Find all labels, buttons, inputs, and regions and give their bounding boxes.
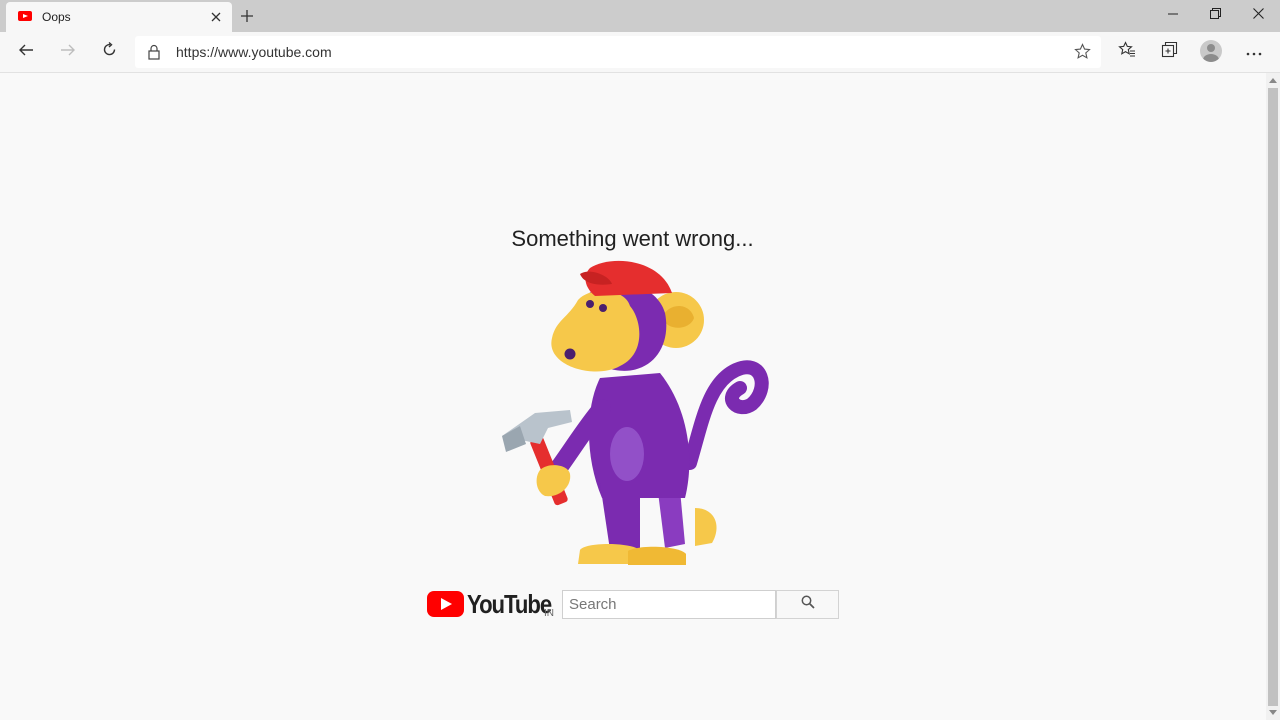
- browser-tab[interactable]: Oops: [6, 2, 232, 32]
- lock-icon: [147, 44, 161, 65]
- youtube-wordmark: YouTube: [467, 589, 552, 619]
- favorites-icon: [1118, 41, 1136, 63]
- collections-icon: [1161, 41, 1178, 63]
- tab-close-icon[interactable]: [206, 7, 226, 27]
- more-button[interactable]: [1238, 36, 1270, 68]
- collections-button[interactable]: [1153, 36, 1185, 68]
- minimize-icon: [1168, 6, 1178, 24]
- youtube-favicon-icon: [18, 11, 32, 21]
- profile-avatar[interactable]: [1200, 40, 1222, 62]
- scroll-up-arrow-icon[interactable]: [1269, 78, 1277, 83]
- refresh-button[interactable]: [93, 36, 125, 68]
- monkey-eye-left: [586, 300, 594, 308]
- more-icon: [1246, 43, 1262, 61]
- monkey-back-foot: [695, 508, 717, 546]
- country-code: IN: [544, 608, 554, 619]
- tab-title: Oops: [42, 10, 71, 24]
- search-icon: [801, 595, 815, 614]
- forward-button[interactable]: [52, 36, 84, 68]
- scroll-down-arrow-icon[interactable]: [1269, 710, 1277, 715]
- monkey-nostril: [564, 348, 576, 360]
- monkey-face: [551, 290, 640, 372]
- refresh-icon: [101, 41, 118, 63]
- monkey-with-hammer-illustration: [502, 260, 769, 565]
- minimize-button[interactable]: [1152, 0, 1194, 30]
- monkey-second-foot: [628, 546, 686, 565]
- youtube-play-icon: [427, 591, 464, 617]
- window-close-button[interactable]: [1237, 0, 1279, 30]
- monkey-front-leg: [600, 483, 640, 550]
- scrollbar-thumb[interactable]: [1268, 88, 1278, 706]
- back-button[interactable]: [10, 36, 42, 68]
- address-url: https://www.youtube.com: [176, 44, 332, 60]
- search-input[interactable]: [562, 590, 776, 619]
- address-bar[interactable]: https://www.youtube.com: [135, 36, 1101, 68]
- tab-strip: Oops: [0, 0, 1280, 32]
- restore-icon: [1209, 6, 1221, 24]
- search-button[interactable]: [776, 590, 839, 619]
- close-icon: [1252, 6, 1264, 24]
- back-icon: [18, 42, 34, 63]
- restore-button[interactable]: [1194, 0, 1236, 30]
- forward-icon: [60, 42, 76, 63]
- monkey-belly: [610, 427, 644, 481]
- error-message: Something went wrong...: [511, 226, 754, 251]
- monkey-tail: [683, 360, 769, 470]
- browser-toolbar: https://www.youtube.com: [0, 32, 1280, 73]
- new-tab-button[interactable]: [236, 5, 258, 27]
- favorites-button[interactable]: [1111, 36, 1143, 68]
- star-icon[interactable]: [1074, 43, 1091, 65]
- monkey-hand: [536, 465, 571, 497]
- monkey-eye-right: [599, 304, 607, 312]
